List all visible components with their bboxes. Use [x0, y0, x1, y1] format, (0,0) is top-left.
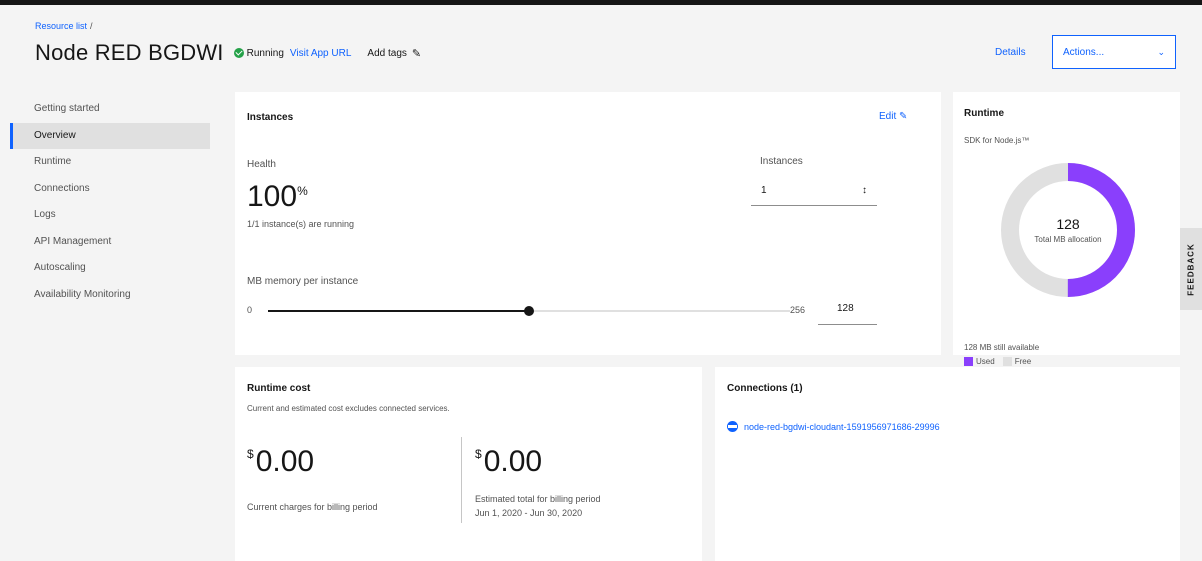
sidebar-item-overview[interactable]: Overview [10, 122, 210, 149]
currency-symbol: $ [247, 447, 254, 461]
sidebar-item-autoscaling[interactable]: Autoscaling [10, 255, 210, 282]
billing-period-range: Jun 1, 2020 - Jun 30, 2020 [475, 508, 583, 518]
total-mb-caption: Total MB allocation [1034, 235, 1102, 244]
sidebar-item-getting-started[interactable]: Getting started [10, 96, 210, 123]
health-number: 100 [247, 180, 298, 213]
feedback-label: FEEDBACK [1186, 242, 1196, 296]
memory-input[interactable]: 128 [818, 297, 877, 325]
donut-center: 128 Total MB allocation [1000, 162, 1136, 298]
slider-max-value: 256 [790, 305, 806, 315]
connection-item[interactable]: node-red-bgdwi-cloudant-1591956971686-29… [727, 421, 940, 432]
runtime-cost-subtitle: Current and estimated cost excludes conn… [247, 404, 450, 413]
legend-used-label: Used [976, 357, 995, 366]
health-label: Health [247, 159, 276, 170]
runtime-card: Runtime SDK for Node.js™ 128 Total MB al… [953, 92, 1180, 366]
actions-label: Actions... [1063, 46, 1105, 58]
top-border [0, 0, 1202, 5]
instances-count-label: Instances [760, 156, 803, 167]
breadcrumb: Resource list / [35, 21, 93, 31]
add-tags-label: Add tags [367, 47, 407, 59]
legend-used-swatch [964, 357, 973, 366]
instances-count-value: 1 [761, 185, 767, 196]
slider-min-value: 0 [247, 305, 253, 315]
memory-label: MB memory per instance [247, 276, 359, 287]
runtime-title: Runtime [964, 108, 1004, 119]
available-memory-text: 128 MB still available [964, 343, 1040, 352]
cost-divider [461, 437, 462, 523]
currency-symbol: $ [475, 447, 482, 461]
edit-icon: ✎ [411, 47, 422, 60]
sidebar-item-logs[interactable]: Logs [10, 202, 210, 229]
total-mb-value: 128 [1056, 216, 1080, 232]
estimated-cost-number: 0.00 [483, 445, 543, 478]
edit-icon: ✎ [899, 111, 908, 122]
legend-free-swatch [1002, 357, 1012, 366]
instances-card: Instances Edit ✎ Health 100% 1/1 instanc… [235, 92, 941, 355]
sidebar-nav: Getting started Overview Runtime Connect… [10, 96, 210, 308]
actions-dropdown[interactable]: Actions... ⌄ [1052, 35, 1176, 69]
cloudant-icon [727, 421, 738, 432]
page-header: Node RED BGDWI Running Visit App URL Add… [35, 38, 421, 68]
checkmark-circle-icon [233, 48, 244, 58]
edit-label: Edit [879, 111, 897, 122]
health-value: 100% [247, 180, 308, 214]
sdk-label: SDK for Node.js™ [964, 136, 1030, 145]
instances-stepper[interactable]: 1 ↕ [751, 178, 877, 206]
sidebar-item-api-management[interactable]: API Management [10, 229, 210, 256]
sidebar-item-connections[interactable]: Connections [10, 176, 210, 203]
runtime-cost-title: Runtime cost [247, 383, 311, 394]
slider-fill [268, 310, 529, 312]
breadcrumb-resource-list-link[interactable]: Resource list [35, 21, 87, 31]
estimated-cost-label: Estimated total for billing period [475, 494, 601, 504]
connection-link-label[interactable]: node-red-bgdwi-cloudant-1591956971686-29… [744, 422, 940, 432]
estimated-cost-value: $0.00 [475, 445, 542, 479]
details-link[interactable]: Details [995, 47, 1026, 58]
estimated-cost-caption: Estimated total for billing period Jun 1… [475, 492, 601, 520]
visit-app-url-link[interactable]: Visit App URL [290, 48, 352, 59]
donut-legend: Used Free [964, 357, 1039, 366]
status-badge: Running [233, 47, 284, 59]
legend-used: Used [964, 357, 995, 366]
chevron-down-icon: ⌄ [1157, 46, 1165, 57]
sidebar-item-runtime[interactable]: Runtime [10, 149, 210, 176]
runtime-cost-card: Runtime cost Current and estimated cost … [235, 367, 702, 561]
memory-slider[interactable] [268, 306, 790, 316]
sidebar-item-availability-monitoring[interactable]: Availability Monitoring [10, 282, 210, 309]
breadcrumb-separator: / [90, 21, 93, 31]
connections-title: Connections (1) [727, 383, 803, 394]
current-cost-caption: Current charges for billing period [247, 502, 378, 512]
running-instances-text: 1/1 instance(s) are running [247, 219, 355, 229]
add-tags-button[interactable]: Add tags ✎ [367, 47, 421, 60]
edit-instances-button[interactable]: Edit ✎ [879, 111, 907, 122]
page-title: Node RED BGDWI [35, 40, 224, 65]
slider-thumb[interactable] [524, 306, 534, 316]
instances-title: Instances [247, 112, 294, 123]
legend-free-label: Free [1014, 357, 1032, 366]
current-cost-value: $0.00 [247, 445, 314, 479]
status-text: Running [246, 47, 284, 59]
stepper-arrows-icon[interactable]: ↕ [862, 178, 867, 204]
connections-card: Connections (1) node-red-bgdwi-cloudant-… [715, 367, 1180, 561]
health-unit: % [297, 184, 308, 198]
feedback-tab[interactable]: FEEDBACK [1180, 228, 1202, 310]
legend-free: Free [1002, 357, 1032, 366]
current-cost-number: 0.00 [255, 445, 315, 478]
